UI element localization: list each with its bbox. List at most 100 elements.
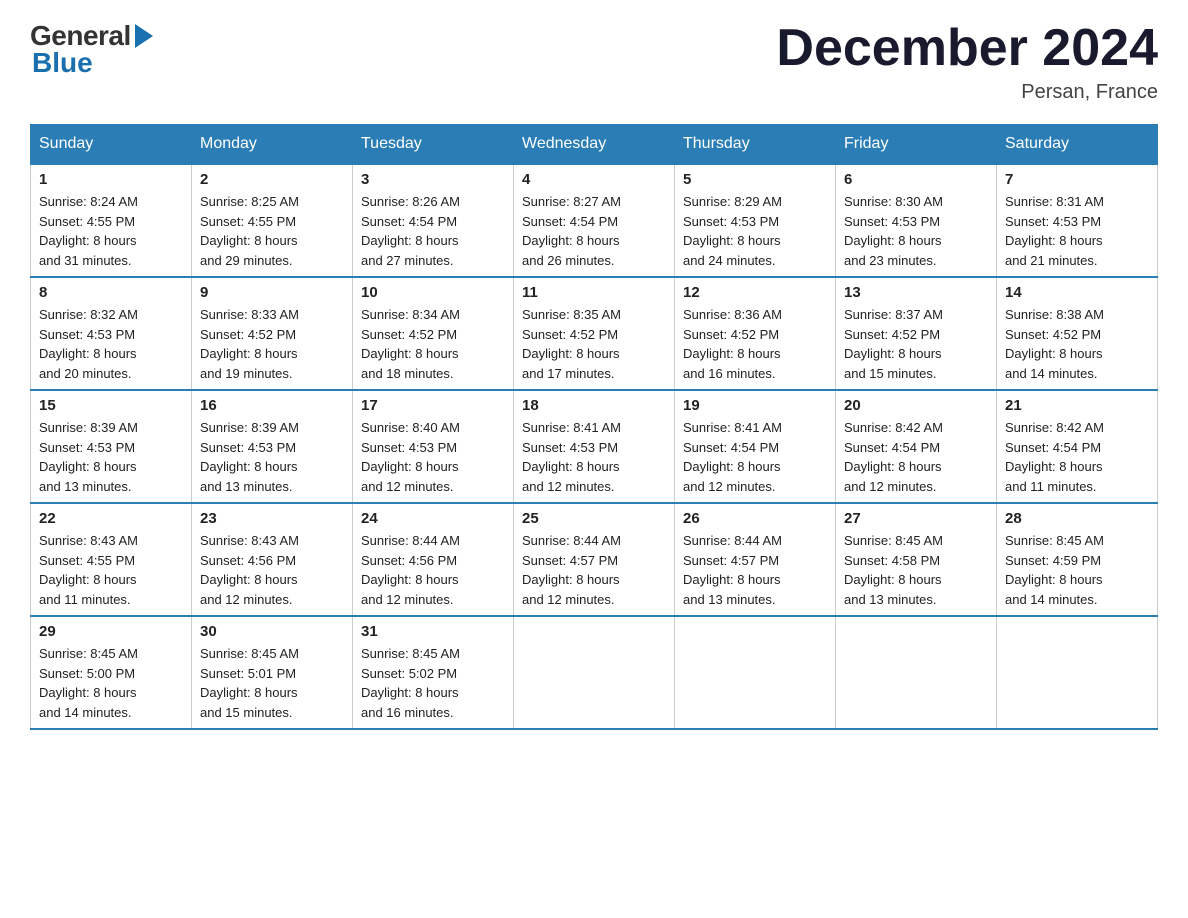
calendar-cell: 13 Sunrise: 8:37 AM Sunset: 4:52 PM Dayl… [836,277,997,390]
day-number: 8 [39,284,183,301]
day-info: Sunrise: 8:45 AM Sunset: 5:00 PM Dayligh… [39,644,183,722]
calendar-cell: 5 Sunrise: 8:29 AM Sunset: 4:53 PM Dayli… [675,164,836,277]
day-number: 30 [200,623,344,640]
day-info: Sunrise: 8:29 AM Sunset: 4:53 PM Dayligh… [683,192,827,270]
day-number: 2 [200,171,344,188]
day-number: 20 [844,397,988,414]
day-number: 5 [683,171,827,188]
calendar-cell: 14 Sunrise: 8:38 AM Sunset: 4:52 PM Dayl… [997,277,1158,390]
day-number: 19 [683,397,827,414]
logo-blue-text: Blue [32,47,93,79]
day-info: Sunrise: 8:39 AM Sunset: 4:53 PM Dayligh… [200,418,344,496]
calendar-cell: 11 Sunrise: 8:35 AM Sunset: 4:52 PM Dayl… [514,277,675,390]
calendar-cell: 21 Sunrise: 8:42 AM Sunset: 4:54 PM Dayl… [997,390,1158,503]
day-info: Sunrise: 8:40 AM Sunset: 4:53 PM Dayligh… [361,418,505,496]
day-number: 27 [844,510,988,527]
day-info: Sunrise: 8:44 AM Sunset: 4:57 PM Dayligh… [683,531,827,609]
day-number: 23 [200,510,344,527]
calendar-cell [675,616,836,729]
calendar-week-row: 8 Sunrise: 8:32 AM Sunset: 4:53 PM Dayli… [31,277,1158,390]
calendar-cell: 27 Sunrise: 8:45 AM Sunset: 4:58 PM Dayl… [836,503,997,616]
day-number: 16 [200,397,344,414]
day-info: Sunrise: 8:26 AM Sunset: 4:54 PM Dayligh… [361,192,505,270]
col-header-thursday: Thursday [675,125,836,165]
day-info: Sunrise: 8:45 AM Sunset: 5:01 PM Dayligh… [200,644,344,722]
day-number: 13 [844,284,988,301]
calendar-week-row: 1 Sunrise: 8:24 AM Sunset: 4:55 PM Dayli… [31,164,1158,277]
title-block: December 2024 Persan, France [776,20,1158,104]
calendar-cell: 22 Sunrise: 8:43 AM Sunset: 4:55 PM Dayl… [31,503,192,616]
calendar-cell: 24 Sunrise: 8:44 AM Sunset: 4:56 PM Dayl… [353,503,514,616]
calendar-cell: 28 Sunrise: 8:45 AM Sunset: 4:59 PM Dayl… [997,503,1158,616]
logo-arrow-icon [135,24,153,48]
calendar-cell: 12 Sunrise: 8:36 AM Sunset: 4:52 PM Dayl… [675,277,836,390]
day-info: Sunrise: 8:31 AM Sunset: 4:53 PM Dayligh… [1005,192,1149,270]
day-info: Sunrise: 8:41 AM Sunset: 4:53 PM Dayligh… [522,418,666,496]
day-number: 11 [522,284,666,301]
calendar-cell: 9 Sunrise: 8:33 AM Sunset: 4:52 PM Dayli… [192,277,353,390]
day-info: Sunrise: 8:45 AM Sunset: 5:02 PM Dayligh… [361,644,505,722]
day-number: 17 [361,397,505,414]
day-info: Sunrise: 8:43 AM Sunset: 4:55 PM Dayligh… [39,531,183,609]
day-info: Sunrise: 8:42 AM Sunset: 4:54 PM Dayligh… [1005,418,1149,496]
day-number: 1 [39,171,183,188]
day-number: 3 [361,171,505,188]
col-header-sunday: Sunday [31,125,192,165]
col-header-wednesday: Wednesday [514,125,675,165]
day-number: 29 [39,623,183,640]
calendar-cell: 1 Sunrise: 8:24 AM Sunset: 4:55 PM Dayli… [31,164,192,277]
calendar-cell: 15 Sunrise: 8:39 AM Sunset: 4:53 PM Dayl… [31,390,192,503]
day-info: Sunrise: 8:36 AM Sunset: 4:52 PM Dayligh… [683,305,827,383]
calendar-cell: 29 Sunrise: 8:45 AM Sunset: 5:00 PM Dayl… [31,616,192,729]
day-info: Sunrise: 8:24 AM Sunset: 4:55 PM Dayligh… [39,192,183,270]
calendar-cell: 23 Sunrise: 8:43 AM Sunset: 4:56 PM Dayl… [192,503,353,616]
day-info: Sunrise: 8:30 AM Sunset: 4:53 PM Dayligh… [844,192,988,270]
day-number: 9 [200,284,344,301]
day-number: 31 [361,623,505,640]
calendar-cell: 16 Sunrise: 8:39 AM Sunset: 4:53 PM Dayl… [192,390,353,503]
col-header-monday: Monday [192,125,353,165]
day-info: Sunrise: 8:35 AM Sunset: 4:52 PM Dayligh… [522,305,666,383]
calendar-cell: 19 Sunrise: 8:41 AM Sunset: 4:54 PM Dayl… [675,390,836,503]
calendar-cell: 20 Sunrise: 8:42 AM Sunset: 4:54 PM Dayl… [836,390,997,503]
day-number: 28 [1005,510,1149,527]
calendar-cell: 17 Sunrise: 8:40 AM Sunset: 4:53 PM Dayl… [353,390,514,503]
col-header-tuesday: Tuesday [353,125,514,165]
calendar-cell: 26 Sunrise: 8:44 AM Sunset: 4:57 PM Dayl… [675,503,836,616]
day-number: 14 [1005,284,1149,301]
day-number: 22 [39,510,183,527]
day-number: 18 [522,397,666,414]
calendar-cell: 3 Sunrise: 8:26 AM Sunset: 4:54 PM Dayli… [353,164,514,277]
day-info: Sunrise: 8:34 AM Sunset: 4:52 PM Dayligh… [361,305,505,383]
logo: General Blue [30,20,153,79]
calendar-cell: 4 Sunrise: 8:27 AM Sunset: 4:54 PM Dayli… [514,164,675,277]
calendar-week-row: 15 Sunrise: 8:39 AM Sunset: 4:53 PM Dayl… [31,390,1158,503]
calendar-table: SundayMondayTuesdayWednesdayThursdayFrid… [30,124,1158,730]
day-info: Sunrise: 8:27 AM Sunset: 4:54 PM Dayligh… [522,192,666,270]
month-title: December 2024 [776,20,1158,77]
day-info: Sunrise: 8:43 AM Sunset: 4:56 PM Dayligh… [200,531,344,609]
calendar-cell: 6 Sunrise: 8:30 AM Sunset: 4:53 PM Dayli… [836,164,997,277]
day-info: Sunrise: 8:25 AM Sunset: 4:55 PM Dayligh… [200,192,344,270]
day-info: Sunrise: 8:45 AM Sunset: 4:59 PM Dayligh… [1005,531,1149,609]
calendar-cell: 8 Sunrise: 8:32 AM Sunset: 4:53 PM Dayli… [31,277,192,390]
calendar-cell: 10 Sunrise: 8:34 AM Sunset: 4:52 PM Dayl… [353,277,514,390]
day-number: 15 [39,397,183,414]
day-info: Sunrise: 8:44 AM Sunset: 4:57 PM Dayligh… [522,531,666,609]
day-number: 26 [683,510,827,527]
page-header: General Blue December 2024 Persan, Franc… [30,20,1158,104]
calendar-cell [836,616,997,729]
calendar-week-row: 22 Sunrise: 8:43 AM Sunset: 4:55 PM Dayl… [31,503,1158,616]
day-number: 21 [1005,397,1149,414]
day-info: Sunrise: 8:41 AM Sunset: 4:54 PM Dayligh… [683,418,827,496]
day-number: 7 [1005,171,1149,188]
calendar-cell [997,616,1158,729]
day-number: 10 [361,284,505,301]
calendar-header-row: SundayMondayTuesdayWednesdayThursdayFrid… [31,125,1158,165]
day-info: Sunrise: 8:45 AM Sunset: 4:58 PM Dayligh… [844,531,988,609]
day-info: Sunrise: 8:44 AM Sunset: 4:56 PM Dayligh… [361,531,505,609]
calendar-cell: 7 Sunrise: 8:31 AM Sunset: 4:53 PM Dayli… [997,164,1158,277]
day-number: 25 [522,510,666,527]
calendar-week-row: 29 Sunrise: 8:45 AM Sunset: 5:00 PM Dayl… [31,616,1158,729]
col-header-saturday: Saturday [997,125,1158,165]
